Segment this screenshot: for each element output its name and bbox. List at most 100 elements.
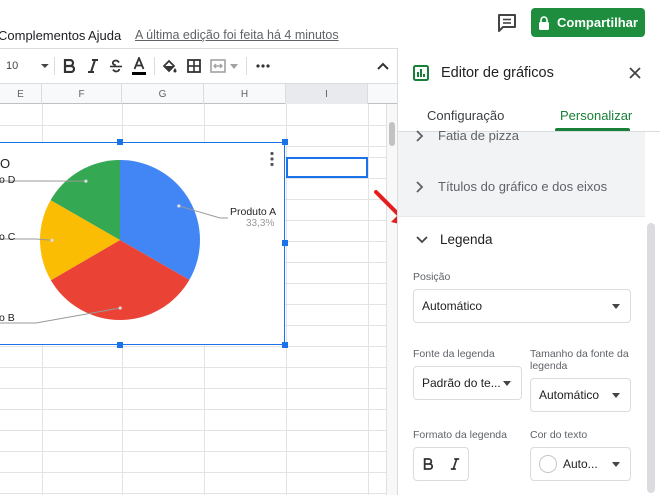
legend-font-label: Fonte da legenda — [413, 348, 495, 360]
legend-font-size-value: Automático — [539, 388, 600, 402]
legend-bold-button[interactable] — [414, 448, 441, 480]
resize-handle-bottom[interactable] — [117, 342, 123, 348]
legend-font-size-select[interactable]: Automático — [530, 378, 631, 412]
resize-handle-bottom-right[interactable] — [282, 342, 288, 348]
italic-icon — [450, 458, 459, 470]
pie-data-label-a: 33,3% — [246, 218, 275, 229]
share-label: Compartilhar — [557, 15, 638, 30]
strikethrough-button[interactable] — [105, 49, 127, 83]
merge-cells-button[interactable] — [207, 49, 241, 83]
fill-color-button[interactable] — [159, 49, 181, 83]
italic-button[interactable] — [82, 49, 104, 83]
position-label: Posição — [413, 271, 451, 283]
chevron-down-icon — [41, 64, 50, 68]
text-color-label: Cor do texto — [530, 429, 588, 441]
legend-italic-button[interactable] — [441, 448, 468, 480]
column-header-f[interactable]: F — [42, 84, 122, 104]
bold-icon — [423, 458, 433, 470]
column-header-e[interactable]: E — [0, 84, 42, 104]
chevron-right-icon — [416, 129, 424, 142]
italic-icon — [88, 59, 98, 73]
text-color-button[interactable] — [128, 49, 150, 83]
section-fatia-de-pizza[interactable]: Fatia de pizza — [416, 128, 519, 143]
tab-configuracao[interactable]: Configuração — [427, 108, 504, 123]
menu-bar: Complementos Ajuda A última edição foi f… — [0, 0, 660, 48]
more-options-button[interactable] — [252, 49, 274, 83]
formatting-toolbar: 10 — [0, 48, 397, 84]
color-swatch — [539, 455, 557, 473]
dropdown-caret-icon — [503, 381, 511, 386]
pie-leader-dot — [50, 238, 54, 242]
lock-icon — [539, 15, 550, 30]
chevron-right-icon — [416, 180, 424, 193]
column-header-i[interactable]: I — [286, 84, 368, 104]
more-horizontal-icon — [256, 64, 270, 68]
pie-label-d: o D — [0, 174, 16, 186]
chevron-up-icon — [377, 62, 389, 70]
comment-history-button[interactable] — [494, 11, 520, 35]
share-button[interactable]: Compartilhar — [531, 8, 645, 37]
sheet-scroll-thumb[interactable] — [389, 122, 395, 146]
pie-leader-dot — [84, 179, 88, 183]
pie-label-b: o B — [0, 312, 15, 324]
sheet-vertical-scrollbar[interactable] — [386, 104, 397, 495]
pie-leader-dot — [118, 306, 122, 310]
spreadsheet-grid[interactable]: E F G H I O Produto A 33,3% o B o C o D — [0, 84, 397, 495]
pie-leader-dot — [177, 204, 181, 208]
column-header-g[interactable]: G — [122, 84, 204, 104]
close-panel-button[interactable] — [626, 64, 644, 82]
tab-personalizar[interactable]: Personalizar — [560, 108, 632, 123]
font-size-value: 10 — [6, 60, 19, 72]
comment-icon — [498, 14, 516, 32]
chart-editor-panel: Editor de gráficos Configuração Personal… — [397, 48, 660, 495]
merge-cells-icon — [210, 59, 226, 73]
strikethrough-icon — [110, 59, 122, 73]
section-label: Legenda — [440, 232, 493, 247]
dropdown-caret-icon — [612, 304, 620, 309]
column-header-h[interactable]: H — [204, 84, 286, 104]
section-label: Títulos do gráfico e dos eixos — [438, 179, 608, 194]
paint-bucket-icon — [162, 59, 177, 73]
dropdown-caret-icon — [612, 393, 620, 398]
font-size-select[interactable]: 10 — [0, 49, 50, 83]
pie-chart[interactable]: O Produto A 33,3% o B o C o D — [0, 142, 285, 345]
borders-icon — [187, 59, 201, 73]
legend-font-select[interactable]: Padrão do te... — [413, 366, 522, 400]
panel-scrollbar[interactable] — [647, 223, 655, 493]
resize-handle-right[interactable] — [282, 240, 288, 246]
collapse-toolbar-button[interactable] — [372, 49, 394, 83]
legend-font-size-label: Tamanho da fonte da legenda — [530, 348, 629, 372]
text-color-value: Auto... — [563, 457, 598, 471]
text-color-icon — [132, 57, 146, 75]
chevron-down-icon — [230, 63, 238, 69]
legend-format-label: Formato da legenda — [413, 429, 507, 441]
dropdown-caret-icon — [612, 462, 620, 467]
selected-cell-i[interactable] — [286, 157, 368, 178]
menu-ajuda[interactable]: Ajuda — [88, 28, 121, 43]
resize-handle-top[interactable] — [117, 139, 123, 145]
position-value: Automático — [422, 299, 483, 313]
text-color-select[interactable]: Auto... — [530, 447, 631, 481]
menu-complementos[interactable]: Complementos — [0, 28, 85, 43]
section-legenda: Legenda Posição Automático Fonte da lege… — [398, 216, 645, 495]
section-label: Fatia de pizza — [438, 128, 519, 143]
panel-header: Editor de gráficos — [398, 48, 660, 96]
bold-icon — [63, 59, 75, 73]
section-legenda-header[interactable]: Legenda — [416, 232, 493, 247]
close-icon — [629, 67, 641, 79]
borders-button[interactable] — [183, 49, 205, 83]
panel-title: Editor de gráficos — [441, 65, 554, 81]
pie-plot — [0, 160, 228, 324]
chevron-down-icon — [416, 235, 428, 243]
pie-label-a: Produto A — [230, 206, 277, 218]
pie-label-c: o C — [0, 231, 16, 243]
last-edit-link[interactable]: A última edição foi feita há 4 minutos — [135, 28, 339, 42]
legend-font-value: Padrão do te... — [422, 376, 501, 390]
column-headers: E F G H I — [0, 84, 397, 104]
section-titulos[interactable]: Títulos do gráfico e dos eixos — [416, 179, 607, 194]
bold-button[interactable] — [58, 49, 80, 83]
legend-format-buttons — [413, 447, 469, 481]
position-select[interactable]: Automático — [413, 289, 631, 323]
chart-icon — [413, 65, 429, 81]
resize-handle-top-right[interactable] — [282, 139, 288, 145]
